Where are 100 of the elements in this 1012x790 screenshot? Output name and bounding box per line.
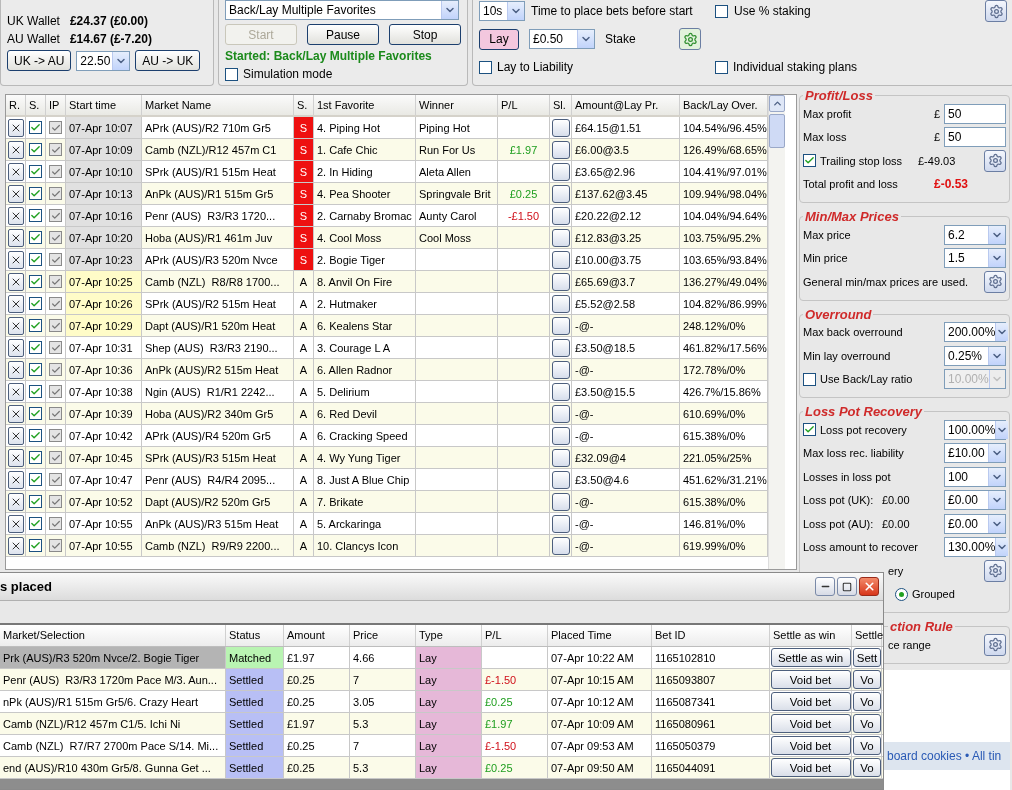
control-button[interactable]: Stop bbox=[389, 24, 461, 45]
scrollbar-thumb[interactable] bbox=[769, 114, 785, 148]
row-button[interactable] bbox=[551, 338, 570, 357]
checkbox[interactable] bbox=[29, 429, 42, 442]
value-dropdown[interactable]: 130.00% bbox=[944, 537, 1006, 558]
remove-button[interactable] bbox=[7, 206, 24, 225]
value-dropdown[interactable]: 6.2 bbox=[944, 224, 1006, 245]
remove-button[interactable] bbox=[7, 118, 24, 137]
column-header[interactable]: S. bbox=[294, 95, 314, 115]
table-row[interactable]: Camb (NZL)/R12 457m C1/5. Ichi Ni Settled £1.97 5.3 Lay £1.97 07-Apr 10:09 AM 1165080961 Void bet Vo bbox=[0, 713, 883, 735]
remove-button[interactable] bbox=[7, 272, 24, 291]
column-header[interactable]: P/L bbox=[482, 625, 548, 646]
row-button[interactable] bbox=[551, 536, 570, 555]
checkbox[interactable] bbox=[715, 4, 728, 18]
table-row[interactable]: 07-Apr 10:45 SPrk (AUS)/R3 515m Heat A 4. Wy Yung Tiger £32.09@4 221.05%/25% bbox=[6, 447, 768, 469]
remove-button[interactable] bbox=[7, 316, 24, 335]
checkbox[interactable] bbox=[29, 451, 42, 464]
table-row[interactable]: end (AUS)/R10 430m Gr5/8. Gunna Get ... Settled £0.25 5.3 Lay £0.25 07-Apr 09:50 AM 1165044091 Void bet Vo bbox=[0, 757, 883, 779]
row-button[interactable] bbox=[551, 316, 570, 335]
radio-button[interactable] bbox=[895, 587, 908, 601]
column-header[interactable]: Type bbox=[416, 625, 482, 646]
table-row[interactable]: 07-Apr 10:25 Camb (NZL) R8/R8 1700... A 8. Anvil On Fire £65.69@3.7 136.27%/49.04% bbox=[6, 271, 768, 293]
action-button[interactable]: Vo bbox=[853, 758, 881, 777]
table-row[interactable]: 07-Apr 10:16 Penr (AUS) R3/R3 1720... S 2. Carnaby Bromac Aunty Carol -£1.50 £20.22@2.12 104.04%/94.64% bbox=[6, 205, 768, 227]
input-field[interactable]: 50 bbox=[944, 103, 1006, 124]
action-button[interactable]: Void bet bbox=[770, 670, 851, 689]
action-button[interactable]: Vo bbox=[853, 670, 881, 689]
strategy-dropdown[interactable]: Back/Lay Multiple Favorites bbox=[225, 0, 459, 20]
checkbox[interactable] bbox=[29, 165, 42, 178]
checkbox[interactable] bbox=[29, 363, 42, 376]
column-header[interactable]: Amount@Lay Pr. bbox=[572, 95, 680, 115]
row-button[interactable] bbox=[551, 184, 570, 203]
remove-button[interactable] bbox=[7, 140, 24, 159]
table-row[interactable]: 07-Apr 10:26 SPrk (AUS)/R2 515m Heat A 2. Hutmaker £5.52@2.58 104.82%/86.99% bbox=[6, 293, 768, 315]
remove-button[interactable] bbox=[7, 382, 24, 401]
checkbox[interactable] bbox=[29, 385, 42, 398]
value-dropdown[interactable]: £0.00 bbox=[944, 513, 1006, 534]
checkbox[interactable] bbox=[29, 143, 42, 156]
table-row[interactable]: 07-Apr 10:38 Ngin (AUS) R1/R1 2242... A 5. Delirium £3.50@15.5 426.7%/15.86% bbox=[6, 381, 768, 403]
settings-button[interactable] bbox=[984, 149, 1006, 172]
checkbox[interactable] bbox=[803, 423, 816, 437]
input-field[interactable]: 50 bbox=[944, 127, 1006, 148]
column-header[interactable]: Market/Selection bbox=[0, 625, 226, 646]
action-button[interactable]: Vo bbox=[853, 714, 881, 733]
value-dropdown[interactable]: 1.5 bbox=[944, 248, 1006, 269]
remove-button[interactable] bbox=[7, 250, 24, 269]
table-row[interactable]: 07-Apr 10:52 Dapt (AUS)/R2 520m Gr5 A 7. Brikate -@- 615.38%/0% bbox=[6, 491, 768, 513]
transfer-button[interactable]: AU -> UK bbox=[135, 50, 201, 71]
table-row[interactable]: 07-Apr 10:31 Shep (AUS) R3/R3 2190... A 3. Courage L A £3.50@18.5 461.82%/17.56% bbox=[6, 337, 768, 359]
table-row[interactable]: 07-Apr 10:47 Penr (AUS) R4/R4 2095... A 8. Just A Blue Chip £3.50@4.6 451.62%/31.21% bbox=[6, 469, 768, 491]
maximize-button[interactable] bbox=[837, 577, 857, 596]
checkbox[interactable] bbox=[29, 187, 42, 200]
settings-button[interactable] bbox=[679, 28, 701, 50]
remove-button[interactable] bbox=[7, 492, 24, 511]
column-header[interactable]: P/L bbox=[498, 95, 550, 115]
table-row[interactable]: 07-Apr 10:39 Hoba (AUS)/R2 340m Gr5 A 6. Red Devil -@- 610.69%/0% bbox=[6, 403, 768, 425]
column-header[interactable]: Amount bbox=[284, 625, 350, 646]
column-header[interactable]: Price bbox=[350, 625, 416, 646]
row-button[interactable] bbox=[551, 404, 570, 423]
table-row[interactable]: 07-Apr 10:29 Dapt (AUS)/R1 520m Heat A 6. Kealens Star -@- 248.12%/0% bbox=[6, 315, 768, 337]
column-header[interactable]: Bet ID bbox=[652, 625, 770, 646]
transfer-button[interactable]: UK -> AU bbox=[7, 50, 72, 71]
value-dropdown[interactable]: 100.00% bbox=[944, 419, 1006, 440]
table-row[interactable]: Penr (AUS) R3/R3 1720m Pace M/3. Aun... Settled £0.25 7 Lay £-1.50 07-Apr 10:15 AM 1165093807 Void bet Vo bbox=[0, 669, 883, 691]
table-row[interactable]: 07-Apr 10:36 AnPk (AUS)/R2 515m Heat A 6. Allen Radnor -@- 172.78%/0% bbox=[6, 359, 768, 381]
row-button[interactable] bbox=[551, 140, 570, 159]
value-dropdown[interactable]: £10.00 bbox=[944, 443, 1006, 464]
remove-button[interactable] bbox=[7, 360, 24, 379]
action-button[interactable]: Vo bbox=[853, 692, 881, 711]
value-dropdown[interactable]: £0.00 bbox=[944, 490, 1006, 511]
scrollbar[interactable] bbox=[768, 95, 785, 569]
checkbox[interactable] bbox=[29, 319, 42, 332]
control-button[interactable]: Pause bbox=[307, 24, 379, 45]
action-button[interactable]: Settle as win bbox=[770, 648, 851, 667]
cookie-link[interactable]: board cookies • All tin bbox=[887, 749, 1002, 763]
remove-button[interactable] bbox=[7, 448, 24, 467]
remove-button[interactable] bbox=[7, 536, 24, 555]
lay-toggle-button[interactable]: Lay bbox=[479, 28, 519, 50]
table-row[interactable]: 07-Apr 10:13 AnPk (AUS)/R1 515m Gr5 S 4. Pea Shooter Springvale Brit £0.25 £137.62@3.45 109.94%/98.04% bbox=[6, 183, 768, 205]
row-button[interactable] bbox=[551, 470, 570, 489]
table-row[interactable]: 07-Apr 10:20 Hoba (AUS)/R1 461m Juv S 4. Cool Moss Cool Moss £12.83@3.25 103.75%/95.2% bbox=[6, 227, 768, 249]
remove-button[interactable] bbox=[7, 514, 24, 533]
remove-button[interactable] bbox=[7, 162, 24, 181]
row-button[interactable] bbox=[551, 514, 570, 533]
remove-button[interactable] bbox=[7, 470, 24, 489]
settings-button[interactable] bbox=[984, 270, 1006, 293]
table-row[interactable]: Camb (NZL) R7/R7 2700m Pace S/14. Mi... Settled £0.25 7 Lay £-1.50 07-Apr 09:53 AM 1165050379 Void bet Vo bbox=[0, 735, 883, 757]
column-header[interactable]: R. bbox=[6, 95, 26, 115]
column-header[interactable]: Winner bbox=[416, 95, 498, 115]
checkbox[interactable] bbox=[715, 60, 728, 74]
checkbox[interactable] bbox=[29, 297, 42, 310]
checkbox[interactable] bbox=[479, 60, 492, 74]
checkbox[interactable] bbox=[29, 231, 42, 244]
value-dropdown[interactable]: 200.00% bbox=[944, 322, 1006, 343]
time-dropdown[interactable]: 10s bbox=[479, 1, 525, 21]
action-button[interactable]: Void bet bbox=[770, 692, 851, 711]
checkbox[interactable] bbox=[29, 275, 42, 288]
column-header[interactable]: Market Name bbox=[142, 95, 294, 115]
action-button[interactable]: Sett bbox=[853, 648, 881, 667]
row-button[interactable] bbox=[551, 448, 570, 467]
